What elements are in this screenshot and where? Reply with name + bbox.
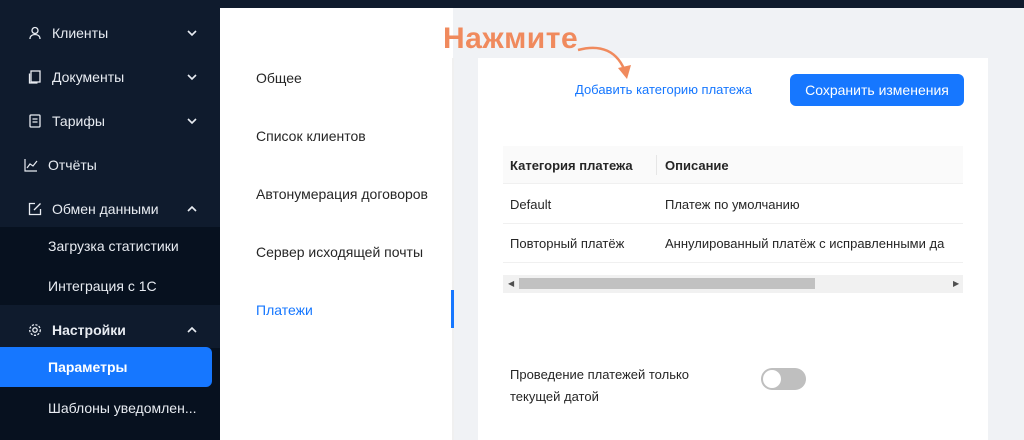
sidebar-item-reports[interactable]: Отчёты [0,147,220,183]
user-icon [28,26,42,40]
cell-description: Платеж по умолчанию [665,197,800,212]
column-header-description: Описание [665,158,729,173]
sidebar-item-label: Настройки [52,322,126,338]
sidebar-item-label: Отчёты [48,157,97,173]
data-exchange-icon [28,202,42,216]
cell-category: Повторный платёж [510,236,625,251]
sidebar-subitem-stats-upload[interactable]: Загрузка статистики [0,228,220,264]
current-date-payments-label: Проведение платежей только текущей датой [510,367,690,404]
add-payment-category-link[interactable]: Добавить категорию платежа [575,82,752,97]
tutorial-annotation-text: Нажмите [443,22,579,55]
tutorial-arrow-icon [577,46,631,79]
menu-item-general[interactable]: Общее [256,70,302,86]
column-header-category: Категория платежа [510,158,633,173]
sidebar-item-data-exchange[interactable]: Обмен данными [0,191,220,227]
scrollbar-thumb[interactable] [519,278,815,289]
tariff-icon [28,114,42,128]
menu-item-client-list[interactable]: Список клиентов [256,128,366,144]
sidebar-subitem-label: Параметры [48,359,128,375]
current-date-payments-toggle[interactable] [761,368,806,390]
sidebar-subitem-notification-templates[interactable]: Шаблоны уведомлен... [0,390,220,426]
chevron-up-icon [186,324,198,336]
table-row[interactable]: Повторный платёж Аннулированный платёж с… [503,224,963,263]
sidebar-item-label: Обмен данными [52,201,159,217]
chevron-up-icon [186,203,198,215]
sidebar-item-label: Клиенты [52,25,109,41]
cell-category: Default [510,197,552,212]
sidebar-item-documents[interactable]: Документы [0,59,220,95]
table-row[interactable]: Default Платеж по умолчанию [503,185,963,224]
sidebar-subitem-1c-integration[interactable]: Интеграция с 1С [0,268,220,304]
cell-description: Аннулированный платёж с исправленными да [665,236,945,251]
documents-icon [28,70,42,84]
top-header-strip [220,0,1024,8]
table-horizontal-scrollbar[interactable]: ◀ ▶ [503,275,963,293]
menu-active-marker [451,290,454,328]
menu-item-smtp-server[interactable]: Сервер исходящей почты [256,244,423,260]
sidebar-item-label: Тарифы [52,113,105,129]
sidebar-subitem-parameters[interactable]: Параметры [0,349,220,385]
save-changes-button[interactable]: Сохранить изменения [790,74,964,106]
menu-item-payments[interactable]: Платежи [256,302,313,318]
sidebar-subitem-label: Шаблоны уведомлен... [48,400,197,416]
sidebar-item-settings[interactable]: Настройки [0,312,220,348]
payment-categories-table: Категория платежа Описание Default Плате… [503,146,963,296]
chevron-down-icon [186,115,198,127]
scroll-right-arrow-icon[interactable]: ▶ [953,279,959,288]
sidebar-subitem-label: Интеграция с 1С [48,278,157,294]
sidebar-item-clients[interactable]: Клиенты [0,15,220,51]
toggle-knob [763,370,781,388]
menu-item-contract-numbering[interactable]: Автонумерация договоров [256,186,428,202]
sidebar-item-label: Документы [52,69,125,85]
menu-divider [452,58,454,440]
scroll-left-arrow-icon[interactable]: ◀ [508,279,514,288]
table-header: Категория платежа Описание [503,146,963,184]
column-separator [656,155,657,175]
chevron-down-icon [186,71,198,83]
sidebar-subitem-label: Загрузка статистики [48,238,179,254]
settings-section-menu: Общее Список клиентов Автонумерация дого… [220,8,453,440]
sidebar: Клиенты Документы Тарифы Отчёты Обмен да… [0,0,220,440]
gear-icon [28,323,42,337]
chart-icon [24,158,38,172]
chevron-down-icon [186,27,198,39]
sidebar-item-tariffs[interactable]: Тарифы [0,103,220,139]
